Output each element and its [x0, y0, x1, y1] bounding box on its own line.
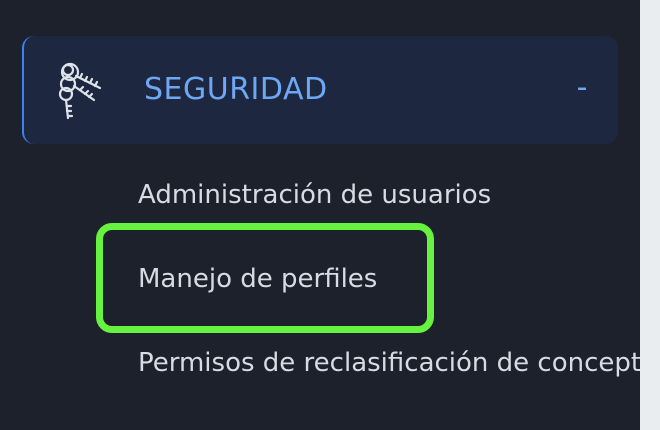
- sidebar-item-reclassification-permissions[interactable]: Permisos de reclasificación de conceptos: [138, 348, 640, 378]
- section-title: SEGURIDAD: [144, 72, 328, 107]
- sidebar-item-profile-management[interactable]: Manejo de perfiles: [138, 264, 377, 294]
- page-background: [640, 0, 660, 430]
- collapse-toggle[interactable]: -: [572, 72, 592, 104]
- security-section-header[interactable]: SEGURIDAD -: [22, 36, 618, 144]
- sidebar-panel: SEGURIDAD - Administración de usuarios M…: [0, 0, 640, 430]
- sidebar-item-user-administration[interactable]: Administración de usuarios: [138, 180, 491, 210]
- keys-icon: [56, 60, 116, 120]
